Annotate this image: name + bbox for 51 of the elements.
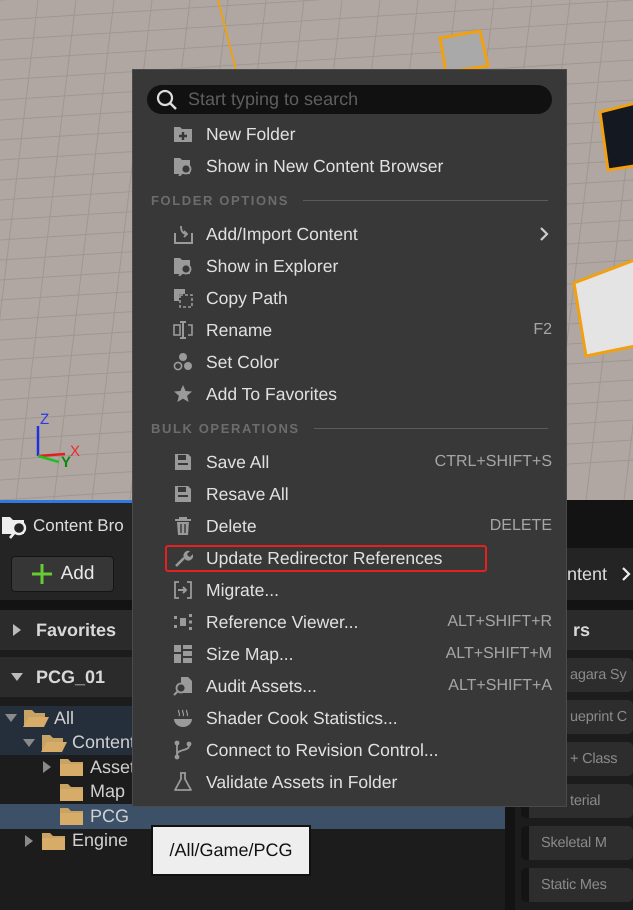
grid-icon [173,644,193,664]
chevron-right-icon [621,566,631,582]
menu-item[interactable]: Copy Path [147,282,552,314]
star-icon [173,384,193,404]
axis-label: Y [61,455,72,470]
node-graph-icon [173,612,193,632]
flask-icon [173,772,193,792]
tree-item[interactable]: Engine [0,828,128,853]
wrench-icon [173,548,193,568]
folder-search-icon [173,156,193,176]
axis-label: Z [40,412,50,427]
panel-tab[interactable]: Content Bro [0,500,132,548]
breadcrumb-item[interactable]: ntent [566,564,607,584]
steaming-bowl-icon [173,708,193,728]
arrow-into-box-icon [173,580,193,600]
trash-icon [173,516,193,536]
shortcut-text: F2 [533,321,552,339]
menu-item[interactable]: Show in Explorer [147,250,552,282]
axis-label: X [70,444,80,459]
folder-search-icon [173,256,193,276]
dashed-square-icon [173,288,193,308]
menu-item[interactable]: Add To Favorites [147,378,552,410]
menu-item[interactable]: Migrate... [147,574,552,606]
import-icon [173,224,193,244]
open-folder-icon [22,707,50,730]
circles-icon [173,352,193,372]
menu-item[interactable]: Set Color [147,346,552,378]
menu-item[interactable]: Show in New Content Browser [147,150,552,182]
folder-icon [58,805,86,828]
menu-item[interactable]: Update Redirector References [147,542,552,574]
branch-icon [173,740,193,760]
shortcut-text: CTRL+SHIFT+S [434,453,552,471]
folder-icon [58,756,86,778]
menu-item[interactable]: Save All CTRL+SHIFT+S [147,446,552,478]
tooltip: /All/Game/PCG [151,825,311,876]
menu-item[interactable]: Rename F2 [147,314,552,346]
add-button[interactable]: Add [11,556,114,592]
shortcut-text: DELETE [490,517,552,535]
document-search-icon [173,676,193,696]
search-icon [156,89,178,111]
menu-item[interactable]: New Folder [147,118,552,150]
menu-item[interactable]: Resave All [147,478,552,510]
folder-plus-icon [173,124,193,144]
menu-item[interactable]: Delete DELETE [147,510,552,542]
tree-item[interactable]: Map [0,780,126,804]
text-cursor-icon [173,320,193,340]
menu-item[interactable]: Add/Import Content [147,218,552,250]
plus-icon [30,563,53,585]
search-field[interactable]: Start typing to search [147,85,552,114]
filter-chip[interactable]: Static Mes [521,868,633,902]
filter-chip[interactable]: Skeletal M [521,826,633,860]
